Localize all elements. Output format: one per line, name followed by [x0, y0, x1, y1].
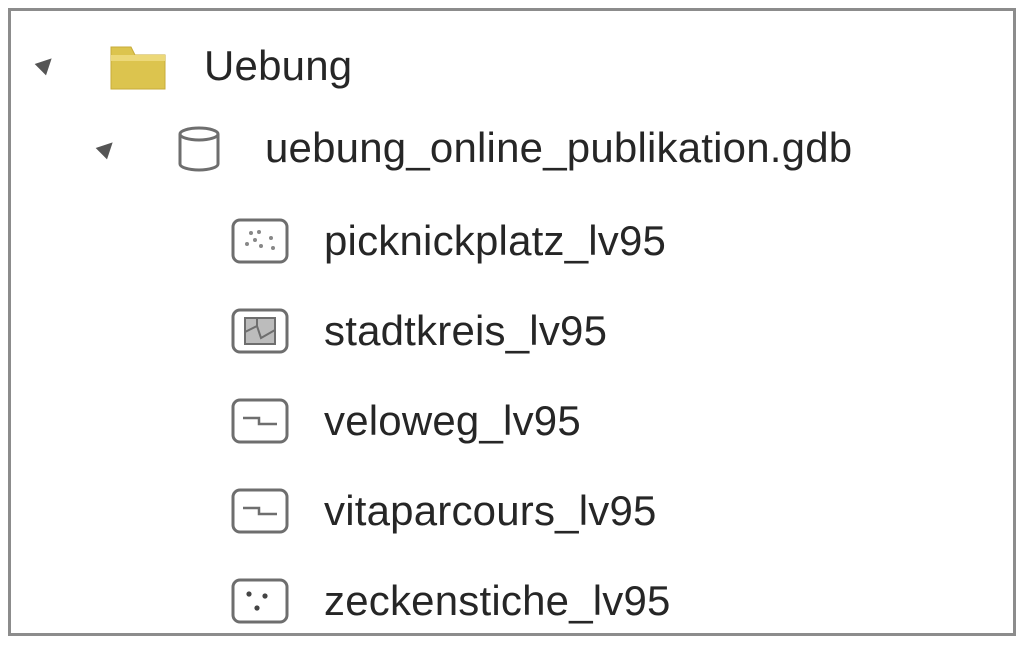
tree-node-feature-class[interactable]: vitaparcours_lv95: [11, 471, 1013, 551]
polyline-feature-icon: [231, 398, 289, 444]
tree-node-feature-class[interactable]: zeckenstiche_lv95: [11, 561, 1013, 641]
feature-class-label: zeckenstiche_lv95: [324, 577, 671, 624]
polygon-feature-icon: [231, 308, 289, 354]
point-feature-icon: [231, 578, 289, 624]
polyline-feature-icon: [231, 488, 289, 534]
database-icon: [178, 126, 220, 172]
feature-class-label: stadtkreis_lv95: [324, 307, 608, 354]
expand-collapse-arrow-icon[interactable]: [34, 52, 58, 76]
geodatabase-label: uebung_online_publikation.gdb: [265, 124, 853, 171]
folder-label: Uebung: [204, 42, 353, 89]
multipoint-feature-icon: [231, 218, 289, 264]
tree-node-feature-class[interactable]: picknickplatz_lv95: [11, 201, 1013, 281]
tree-node-feature-class[interactable]: veloweg_lv95: [11, 381, 1013, 461]
expand-collapse-arrow-icon[interactable]: [95, 136, 119, 160]
feature-class-label: veloweg_lv95: [324, 397, 581, 444]
feature-class-label: vitaparcours_lv95: [324, 487, 657, 534]
folder-icon: [110, 46, 166, 90]
tree-node-feature-class[interactable]: stadtkreis_lv95: [11, 291, 1013, 371]
feature-class-label: picknickplatz_lv95: [324, 217, 667, 264]
catalog-tree-panel: Uebung uebung_online_publikation.gdb pic…: [8, 8, 1016, 636]
tree-node-geodatabase[interactable]: uebung_online_publikation.gdb: [11, 108, 1013, 188]
tree-node-folder[interactable]: Uebung: [11, 26, 1013, 106]
